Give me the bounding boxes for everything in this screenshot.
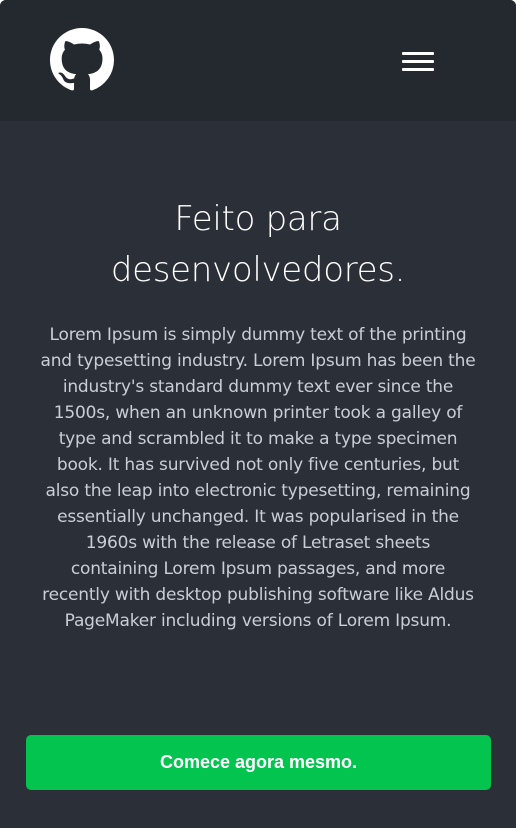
top-header bbox=[0, 0, 516, 121]
menu-bar-top bbox=[402, 52, 434, 55]
hamburger-menu-button[interactable] bbox=[396, 46, 440, 78]
github-icon bbox=[50, 28, 114, 91]
menu-bar-middle bbox=[402, 60, 434, 63]
hero-description: Lorem Ipsum is simply dummy text of the … bbox=[40, 325, 476, 631]
app-frame: Feito para desenvolvedores. Lorem Ipsum … bbox=[0, 0, 516, 828]
github-logo-link[interactable] bbox=[50, 28, 114, 92]
hero-title: Feito para desenvolvedores. bbox=[110, 199, 406, 290]
get-started-button[interactable]: Comece agora mesmo. bbox=[26, 735, 491, 790]
menu-bar-bottom bbox=[402, 68, 434, 71]
